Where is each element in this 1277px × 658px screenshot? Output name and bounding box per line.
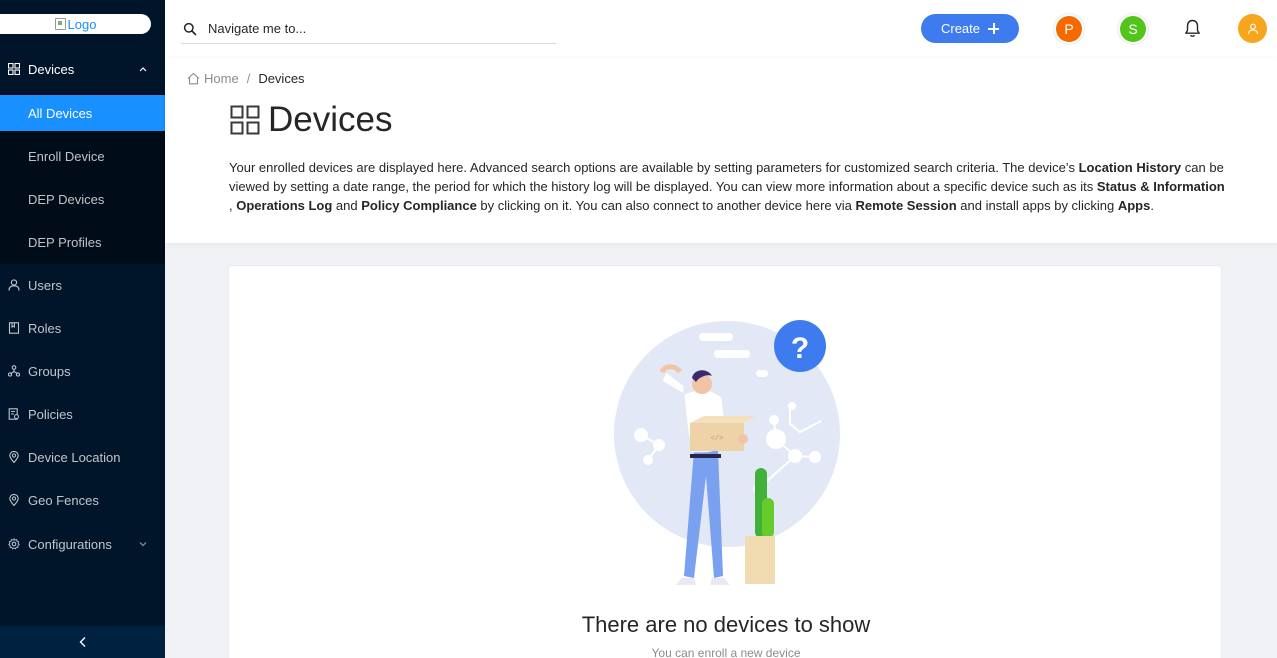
- svg-text:</>: </>: [711, 435, 724, 443]
- chevron-down-icon: [139, 542, 147, 547]
- avatar-letter: P: [1064, 21, 1074, 37]
- page-title: Devices: [230, 100, 392, 140]
- sidebar-item-label: DEP Devices: [28, 191, 105, 207]
- sidebar-item-device-location[interactable]: Device Location: [0, 437, 165, 477]
- audit-icon: [7, 407, 21, 421]
- logo-alt-text: Logo: [67, 16, 97, 32]
- sidebar-item-label: Geo Fences: [28, 492, 99, 508]
- breadcrumb: Home / Devices: [187, 71, 305, 86]
- devices-icon: [7, 62, 21, 76]
- sidebar-item-geo-fences[interactable]: Geo Fences: [0, 480, 165, 520]
- svg-text:?: ?: [791, 332, 809, 365]
- sidebar-item-users[interactable]: Users: [0, 265, 165, 305]
- sidebar-item-enroll-device[interactable]: Enroll Device: [0, 138, 165, 174]
- broken-image-icon: [54, 18, 66, 30]
- breadcrumb-home[interactable]: Home: [204, 71, 239, 86]
- page-header: Home / Devices Devices Your enrolled dev…: [165, 58, 1277, 243]
- description-bold: Status & Information: [1096, 179, 1225, 194]
- sidebar-collapse-button[interactable]: [0, 626, 165, 658]
- sidebar-item-label: Policies: [28, 406, 73, 422]
- sidebar-item-groups[interactable]: Groups: [0, 351, 165, 391]
- location-pin-icon: [7, 493, 21, 507]
- search-bar: [181, 14, 556, 44]
- description-text: by clicking on it. You can also connect …: [476, 198, 856, 213]
- avatar-p[interactable]: P: [1056, 16, 1082, 42]
- create-button[interactable]: Create: [921, 14, 1019, 43]
- description-text: .: [1150, 198, 1154, 213]
- user-icon: [1247, 23, 1258, 34]
- description-bold: Apps: [1117, 198, 1151, 213]
- home-icon: [187, 72, 200, 85]
- avatar-s[interactable]: S: [1120, 16, 1146, 42]
- user-icon: [7, 278, 21, 292]
- search-icon: [183, 22, 197, 35]
- description-text: Your enrolled devices are displayed here…: [229, 160, 1079, 175]
- description-bold: Location History: [1078, 160, 1182, 175]
- sidebar-item-policies[interactable]: Policies: [0, 394, 165, 434]
- avatar-letter: S: [1128, 21, 1138, 37]
- description-bold: Operations Log: [236, 198, 333, 213]
- sidebar-item-roles[interactable]: Roles: [0, 308, 165, 348]
- empty-state-title: There are no devices to show: [581, 612, 871, 637]
- cluster-icon: [7, 364, 21, 378]
- sidebar-item-dep-devices[interactable]: DEP Devices: [0, 181, 165, 217]
- gear-icon: [7, 537, 21, 551]
- user-avatar[interactable]: [1238, 14, 1267, 43]
- plus-icon: [988, 23, 1000, 34]
- book-icon: [7, 321, 21, 335]
- sidebar-item-label: Enroll Device: [28, 148, 105, 164]
- breadcrumb-current: Devices: [258, 71, 305, 86]
- breadcrumb-separator: /: [246, 71, 251, 86]
- page-title-text: Devices: [268, 100, 393, 139]
- chevron-up-icon: [139, 67, 147, 72]
- sidebar-item-dep-profiles[interactable]: DEP Profiles: [0, 224, 165, 260]
- sidebar-item-label: Device Location: [28, 449, 121, 465]
- sidebar-item-label: Configurations: [28, 536, 112, 552]
- sidebar-item-devices[interactable]: Devices: [0, 49, 165, 89]
- logo-image: Logo: [54, 16, 97, 32]
- description-text: and: [332, 198, 362, 213]
- devices-card: ? </> There are no devices to show You c…: [228, 265, 1222, 658]
- create-button-label: Create: [940, 21, 981, 36]
- sidebar-item-label: All Devices: [28, 105, 93, 121]
- sidebar-item-label: Groups: [28, 363, 71, 379]
- sidebar-item-label: Devices: [28, 61, 75, 77]
- appstore-icon: [230, 105, 260, 135]
- empty-state-subtitle: You can enroll a new device: [651, 646, 801, 658]
- logo[interactable]: Logo: [0, 14, 151, 34]
- sidebar-item-label: DEP Profiles: [28, 234, 102, 250]
- description-bold: Remote Session: [855, 198, 957, 213]
- sidebar-item-label: Users: [28, 277, 62, 293]
- description-text: and install apps by clicking: [956, 198, 1118, 213]
- search-input[interactable]: [208, 21, 528, 36]
- description-bold: Policy Compliance: [361, 198, 477, 213]
- sidebar: Logo Devices All Devices Enroll Device D…: [0, 0, 165, 658]
- sidebar-item-configurations[interactable]: Configurations: [0, 524, 165, 564]
- sidebar-item-all-devices[interactable]: All Devices: [0, 95, 165, 131]
- chevron-left-icon: [79, 637, 85, 647]
- location-pin-icon: [7, 450, 21, 464]
- empty-state-illustration: ? </>: [614, 320, 840, 585]
- top-header: Create P S: [165, 0, 1277, 58]
- sidebar-item-label: Roles: [28, 320, 62, 336]
- page-description: Your enrolled devices are displayed here…: [229, 158, 1229, 215]
- bell-icon[interactable]: [1184, 19, 1201, 38]
